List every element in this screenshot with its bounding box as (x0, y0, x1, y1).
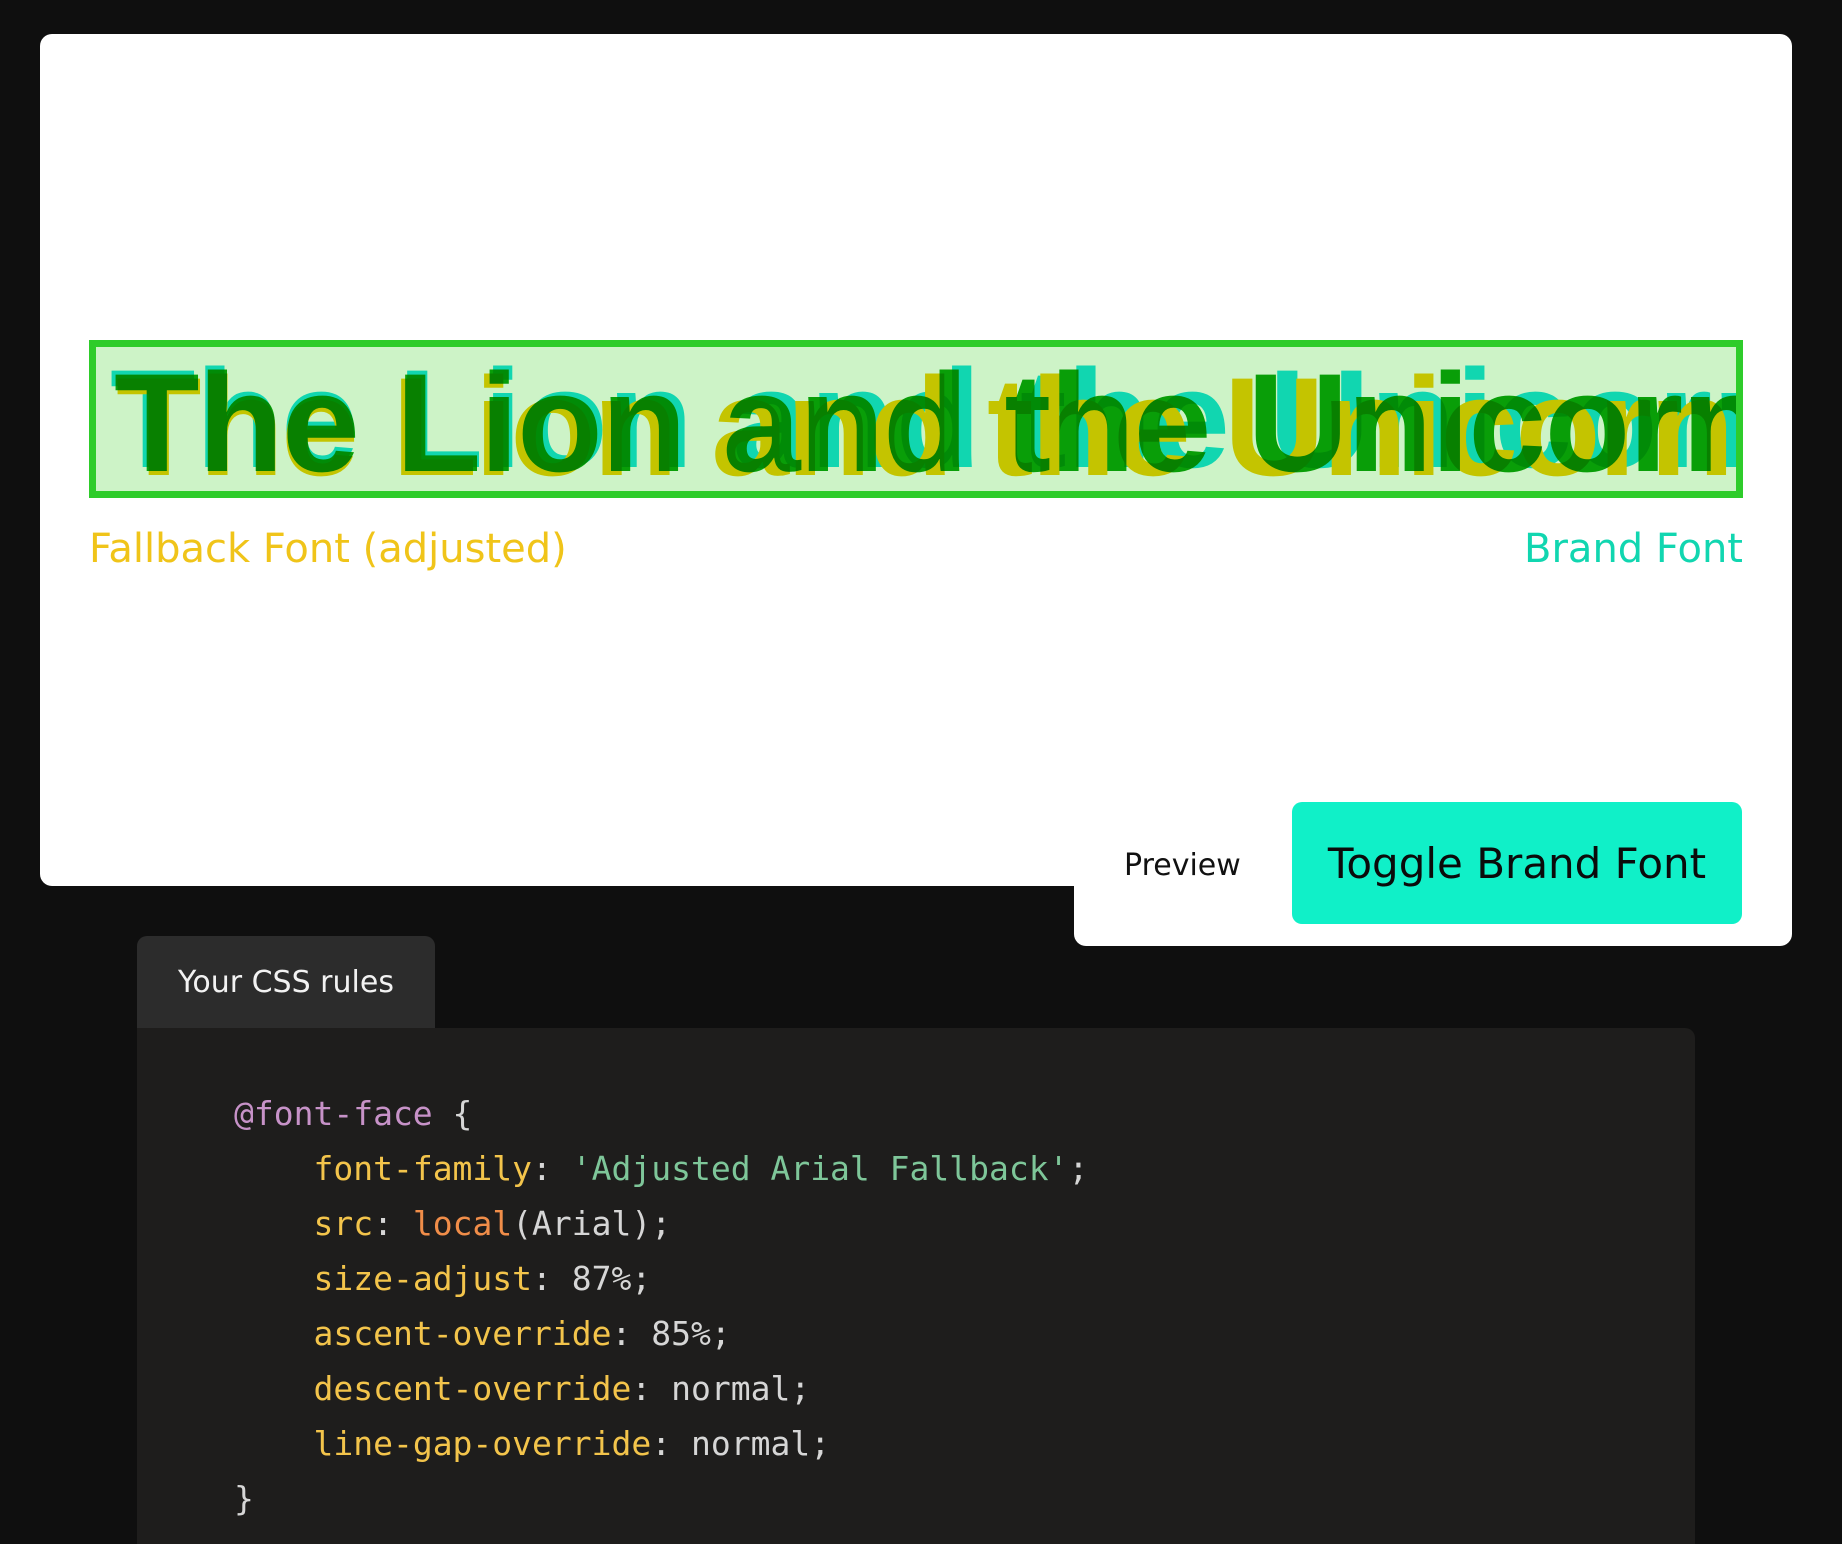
toggle-brand-font-button[interactable]: Toggle Brand Font (1292, 802, 1742, 924)
legend-fallback-font: Fallback Font (adjusted) (89, 526, 567, 572)
css-rules-tab[interactable]: Your CSS rules (137, 936, 435, 1028)
code-line: src: local(Arial); (313, 1204, 672, 1243)
code-line: descent-override: normal; (313, 1369, 811, 1408)
toggle-panel: Preview Toggle Brand Font (1074, 760, 1792, 946)
code-close-brace: } (234, 1479, 254, 1518)
code-line: ascent-override: 85%; (313, 1314, 731, 1353)
code-open-brace: { (432, 1094, 473, 1133)
legend-brand-font: Brand Font (1524, 526, 1743, 572)
css-code-block: @font-face { font-family: 'Adjusted Aria… (234, 1086, 1088, 1526)
preview-card: The Lion and the Unicorn The Lion and th… (40, 34, 1792, 886)
code-line: size-adjust: 87%; (313, 1259, 652, 1298)
sample-text-box: The Lion and the Unicorn The Lion and th… (89, 340, 1743, 498)
code-at-rule: @font-face (234, 1094, 433, 1133)
code-line: line-gap-override: normal; (313, 1424, 831, 1463)
page: The Lion and the Unicorn The Lion and th… (0, 0, 1842, 1544)
preview-label: Preview (1124, 848, 1241, 883)
code-line: font-family: 'Adjusted Arial Fallback'; (313, 1149, 1089, 1188)
sample-text-overlap-layer: The Lion and the Unicorn (114, 344, 1743, 498)
css-code-panel: @font-face { font-family: 'Adjusted Aria… (137, 1028, 1695, 1544)
